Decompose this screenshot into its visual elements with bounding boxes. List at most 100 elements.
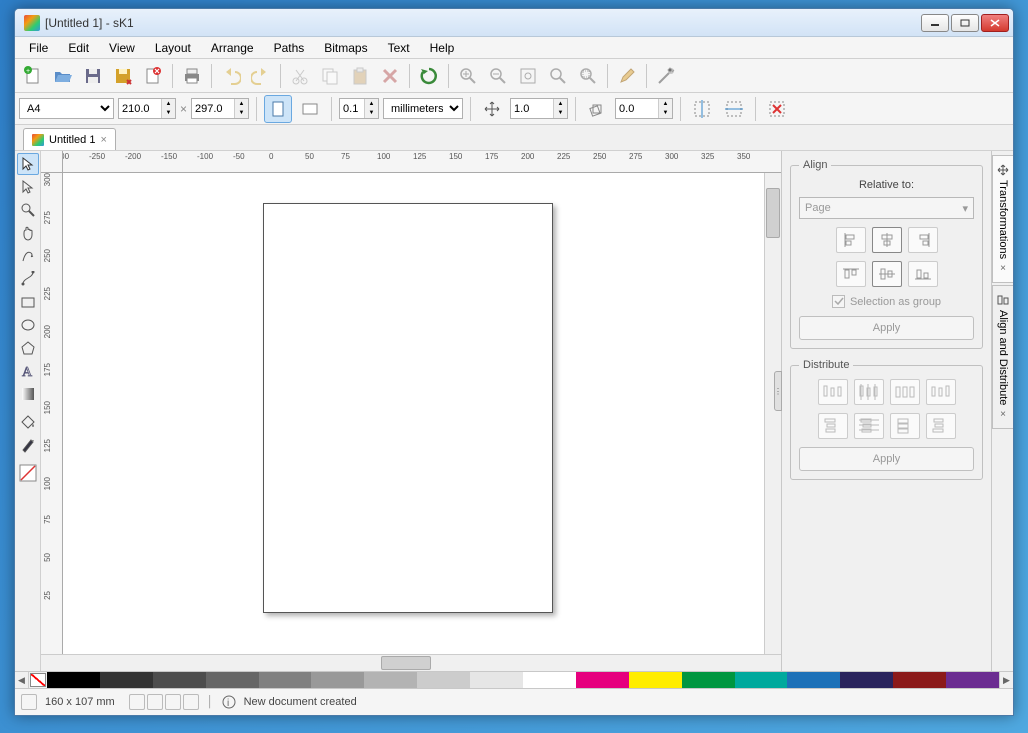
distribute-gap-v-button[interactable]: [890, 413, 920, 439]
color-swatch[interactable]: [311, 672, 364, 688]
no-fill-indicator[interactable]: [17, 462, 39, 484]
panel-collapse-grip[interactable]: ⋮: [774, 371, 782, 411]
rectangle-tool[interactable]: [17, 291, 39, 313]
print-button[interactable]: [178, 62, 206, 90]
scale-spinner[interactable]: ▲▼: [510, 98, 568, 119]
horizontal-ruler[interactable]: -300-250-200-150-100-5005075100125150175…: [63, 151, 781, 173]
palette-next[interactable]: ▶: [999, 672, 1013, 688]
cut-button[interactable]: [286, 62, 314, 90]
palette-prev[interactable]: ◀: [15, 672, 29, 688]
color-swatch[interactable]: [417, 672, 470, 688]
grid-button[interactable]: [129, 694, 145, 710]
color-swatch[interactable]: [523, 672, 576, 688]
zoom-in-button[interactable]: [454, 62, 482, 90]
menu-bitmaps[interactable]: Bitmaps: [314, 39, 377, 57]
color-swatch[interactable]: [735, 672, 788, 688]
snap-guide-button[interactable]: [165, 694, 181, 710]
color-swatch[interactable]: [259, 672, 312, 688]
menu-arrange[interactable]: Arrange: [201, 39, 264, 57]
color-swatch[interactable]: [47, 672, 100, 688]
color-swatch[interactable]: [840, 672, 893, 688]
preferences-button[interactable]: [652, 62, 680, 90]
distribute-apply-button[interactable]: Apply: [799, 447, 974, 471]
page-height-spinner[interactable]: ▲▼: [191, 98, 249, 119]
fill-tool[interactable]: [17, 411, 39, 433]
save-as-button[interactable]: [109, 62, 137, 90]
clear-guides-button[interactable]: [763, 95, 791, 123]
freehand-tool[interactable]: [17, 245, 39, 267]
side-tab-transformations[interactable]: Transformations ×: [992, 155, 1013, 283]
save-button[interactable]: [79, 62, 107, 90]
canvas[interactable]: [63, 173, 764, 654]
paste-button[interactable]: [346, 62, 374, 90]
unit-precision-spinner[interactable]: ▲▼: [339, 98, 379, 119]
color-swatch[interactable]: [682, 672, 735, 688]
align-top-button[interactable]: [836, 261, 866, 287]
minimize-button[interactable]: [921, 14, 949, 32]
relative-to-select[interactable]: Page▾: [799, 197, 974, 219]
side-tab-align-distribute[interactable]: Align and Distribute ×: [992, 285, 1013, 429]
align-apply-button[interactable]: Apply: [799, 316, 974, 340]
tab-close-button[interactable]: ×: [100, 134, 106, 146]
stroke-tool[interactable]: [17, 434, 39, 456]
bezier-tool[interactable]: [17, 268, 39, 290]
ruler-origin[interactable]: [41, 151, 63, 173]
selection-as-group-check[interactable]: Selection as group: [799, 295, 974, 308]
menu-help[interactable]: Help: [420, 39, 465, 57]
distribute-bottom-button[interactable]: [926, 413, 956, 439]
node-edit-tool[interactable]: [17, 176, 39, 198]
delete-button[interactable]: [376, 62, 404, 90]
guides-v-button[interactable]: [720, 95, 748, 123]
color-swatch[interactable]: [946, 672, 999, 688]
gradient-tool[interactable]: [17, 383, 39, 405]
align-center-v-button[interactable]: [872, 261, 902, 287]
maximize-button[interactable]: [951, 14, 979, 32]
color-swatch[interactable]: [470, 672, 523, 688]
copy-button[interactable]: [316, 62, 344, 90]
guides-h-button[interactable]: [688, 95, 716, 123]
ellipse-tool[interactable]: [17, 314, 39, 336]
snap-object-button[interactable]: [183, 694, 199, 710]
distribute-center-h-button[interactable]: [854, 379, 884, 405]
menu-edit[interactable]: Edit: [58, 39, 99, 57]
horizontal-scrollbar[interactable]: [41, 654, 781, 671]
align-bottom-button[interactable]: [908, 261, 938, 287]
color-swatch[interactable]: [364, 672, 417, 688]
undo-button[interactable]: [217, 62, 245, 90]
close-button[interactable]: [981, 14, 1009, 32]
snap-grid-button[interactable]: [147, 694, 163, 710]
units-select[interactable]: millimeters: [383, 98, 463, 119]
menu-file[interactable]: File: [19, 39, 58, 57]
distribute-top-button[interactable]: [818, 413, 848, 439]
distribute-center-v-button[interactable]: [854, 413, 884, 439]
color-swatch[interactable]: [787, 672, 840, 688]
refresh-button[interactable]: [415, 62, 443, 90]
page-width-spinner[interactable]: ▲▼: [118, 98, 176, 119]
distribute-right-button[interactable]: [926, 379, 956, 405]
menu-view[interactable]: View: [99, 39, 145, 57]
snap-icon[interactable]: [21, 694, 37, 710]
color-swatch[interactable]: [100, 672, 153, 688]
vertical-ruler[interactable]: 300275250225200175150125100755025: [41, 173, 63, 654]
page-format-select[interactable]: A4: [19, 98, 114, 119]
side-tab-close[interactable]: ×: [1000, 409, 1006, 420]
align-center-h-button[interactable]: [872, 227, 902, 253]
color-swatch[interactable]: [629, 672, 682, 688]
open-button[interactable]: [49, 62, 77, 90]
zoom-out-button[interactable]: [484, 62, 512, 90]
align-right-button[interactable]: [908, 227, 938, 253]
portrait-button[interactable]: [264, 95, 292, 123]
color-swatch[interactable]: [576, 672, 629, 688]
menu-paths[interactable]: Paths: [264, 39, 315, 57]
edit-tool-button[interactable]: [613, 62, 641, 90]
color-swatch[interactable]: [893, 672, 946, 688]
side-tab-close[interactable]: ×: [1000, 263, 1006, 274]
polygon-tool[interactable]: [17, 337, 39, 359]
menu-text[interactable]: Text: [378, 39, 420, 57]
menu-layout[interactable]: Layout: [145, 39, 201, 57]
zoom-selection-button[interactable]: [574, 62, 602, 90]
vertical-scrollbar[interactable]: [764, 173, 781, 654]
tab-untitled-1[interactable]: Untitled 1 ×: [23, 128, 116, 150]
rotate-spinner[interactable]: ▲▼: [615, 98, 673, 119]
selection-tool[interactable]: [17, 153, 39, 175]
